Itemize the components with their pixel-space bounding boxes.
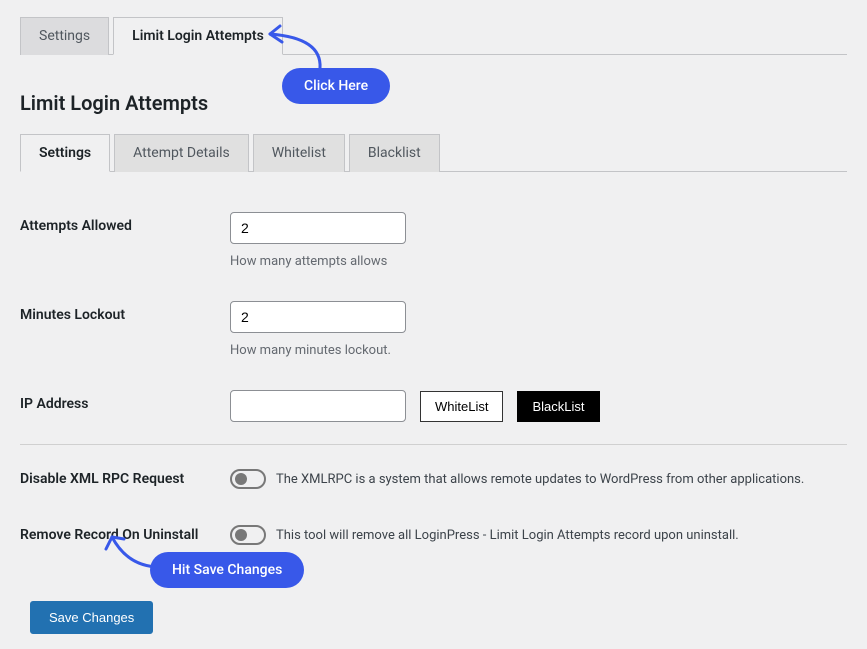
callout-click-here: Click Here [282, 68, 390, 104]
disable-xmlrpc-desc: The XMLRPC is a system that allows remot… [276, 472, 804, 487]
page-title: Limit Login Attempts [20, 91, 847, 115]
sub-nav-tabs: Settings Attempt Details Whitelist Black… [20, 133, 847, 172]
ip-address-label: IP Address [20, 390, 230, 412]
disable-xmlrpc-label: Disable XML RPC Request [20, 471, 230, 487]
arrow-icon [260, 20, 330, 75]
top-nav-tabs: Settings Limit Login Attempts [20, 16, 847, 55]
blacklist-button[interactable]: BlackList [517, 391, 599, 422]
attempts-allowed-row: Attempts Allowed How many attempts allow… [20, 202, 847, 279]
tab-settings[interactable]: Settings [20, 17, 109, 55]
remove-record-desc: This tool will remove all LoginPress - L… [276, 528, 739, 543]
subtab-blacklist[interactable]: Blacklist [349, 134, 440, 172]
minutes-lockout-help: How many minutes lockout. [230, 343, 847, 358]
ip-address-input[interactable] [230, 390, 406, 422]
attempts-allowed-help: How many attempts allows [230, 254, 847, 269]
whitelist-button[interactable]: WhiteList [420, 391, 503, 422]
disable-xmlrpc-toggle[interactable] [230, 469, 266, 489]
minutes-lockout-label: Minutes Lockout [20, 301, 230, 323]
minutes-lockout-row: Minutes Lockout How many minutes lockout… [20, 291, 847, 368]
tab-limit-login[interactable]: Limit Login Attempts [113, 17, 283, 55]
minutes-lockout-input[interactable] [230, 301, 406, 333]
callout-hit-save: Hit Save Changes [150, 552, 304, 588]
disable-xmlrpc-row: Disable XML RPC Request The XMLRPC is a … [20, 451, 847, 507]
divider [20, 444, 847, 445]
ip-address-row: IP Address WhiteList BlackList [20, 380, 847, 432]
subtab-attempt-details[interactable]: Attempt Details [114, 134, 249, 172]
attempts-allowed-label: Attempts Allowed [20, 212, 230, 234]
remove-record-toggle[interactable] [230, 525, 266, 545]
subtab-settings[interactable]: Settings [20, 134, 110, 172]
attempts-allowed-input[interactable] [230, 212, 406, 244]
save-changes-button[interactable]: Save Changes [30, 601, 153, 634]
subtab-whitelist[interactable]: Whitelist [253, 134, 345, 172]
